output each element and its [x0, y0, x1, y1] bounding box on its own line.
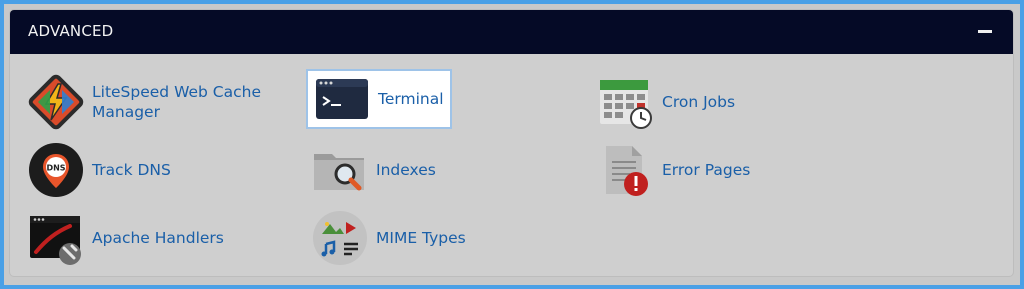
litespeed-web-cache-manager-link[interactable]: LiteSpeed Web Cache Manager [28, 70, 298, 134]
panel-header: ADVANCED [10, 10, 1013, 54]
minus-icon[interactable] [975, 20, 995, 40]
folder-search-icon [312, 142, 368, 198]
advanced-panel: ADVANCED LiteSpeed Web Cache Manager Ter… [10, 10, 1013, 276]
item-label: Track DNS [92, 161, 171, 179]
item-label: MIME Types [376, 229, 466, 247]
dns-badge-text: DNS [46, 164, 65, 173]
panel-title: ADVANCED [28, 22, 114, 40]
item-label: Error Pages [662, 161, 751, 179]
apache-handlers-link[interactable]: Apache Handlers [28, 206, 248, 270]
terminal-icon [314, 71, 370, 127]
document-error-icon [598, 142, 654, 198]
item-label: Apache Handlers [92, 229, 224, 247]
terminal-link[interactable]: Terminal [306, 69, 452, 129]
track-dns-link[interactable]: DNS Track DNS [28, 138, 228, 202]
dns-pin-icon: DNS [28, 142, 84, 198]
indexes-link[interactable]: Indexes [312, 138, 512, 202]
window-wrench-icon [28, 210, 84, 266]
litespeed-icon [28, 74, 84, 130]
frame: ADVANCED LiteSpeed Web Cache Manager Ter… [4, 4, 1020, 285]
item-label: Cron Jobs [662, 93, 736, 111]
mime-types-link[interactable]: MIME Types [312, 206, 512, 270]
calendar-clock-icon [598, 74, 654, 130]
item-label: Terminal [378, 90, 444, 108]
cron-jobs-link[interactable]: Cron Jobs [598, 70, 798, 134]
error-pages-link[interactable]: Error Pages [598, 138, 798, 202]
media-types-icon [312, 210, 368, 266]
item-label: LiteSpeed Web Cache Manager [92, 83, 261, 121]
item-label: Indexes [376, 161, 436, 179]
